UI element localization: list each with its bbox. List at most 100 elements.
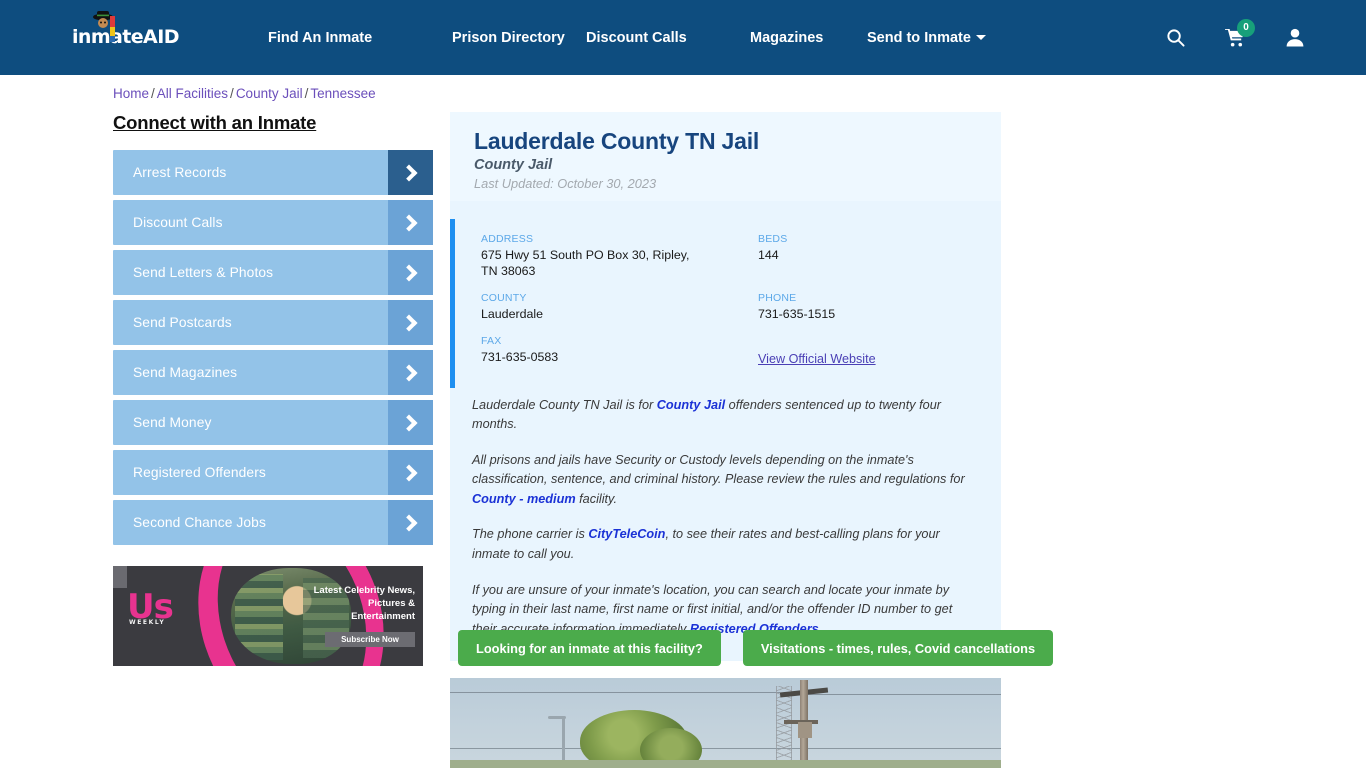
nav-item-find-an-inmate[interactable]: Find An Inmate xyxy=(268,30,372,46)
sidebar: Connect with an Inmate Arrest Records Di… xyxy=(113,112,433,550)
last-updated-text: Last Updated: October 30, 2023 xyxy=(474,176,1001,191)
breadcrumb-separator: / xyxy=(230,86,234,101)
nav-item-send-to-inmate[interactable]: Send to Inmate xyxy=(867,30,986,46)
detail-value: 731-635-1515 xyxy=(758,307,973,323)
sidebar-item-registered-offenders[interactable]: Registered Offenders xyxy=(113,450,433,495)
detail-beds: BEDS 144 xyxy=(758,233,977,280)
facility-details-grid: ADDRESS 675 Hwy 51 South PO Box 30, Ripl… xyxy=(481,233,977,368)
description-paragraph-1: Lauderdale County TN Jail is for County … xyxy=(472,396,973,435)
detail-official-website: View Official Website xyxy=(758,335,977,368)
sidebar-item-second-chance-jobs[interactable]: Second Chance Jobs xyxy=(113,500,433,545)
view-official-website-link[interactable]: View Official Website xyxy=(758,352,876,366)
chevron-right-icon xyxy=(388,450,433,495)
chevron-right-icon xyxy=(388,150,433,195)
advertisement-banner[interactable]: UsWEEKLY Latest Celebrity News, Pictures… xyxy=(113,566,423,666)
description-paragraph-2: All prisons and jails have Security or C… xyxy=(472,451,973,510)
chevron-right-icon xyxy=(388,400,433,445)
cart-count-badge: 0 xyxy=(1237,19,1255,37)
breadcrumb-item-home[interactable]: Home xyxy=(113,86,149,101)
main-navigation: Find An Inmate Prison Directory Discount… xyxy=(268,0,967,75)
facility-description: Lauderdale County TN Jail is for County … xyxy=(450,388,1001,662)
street-lamp-arm xyxy=(548,716,566,719)
detail-label: ADDRESS xyxy=(481,233,758,245)
p2-text-b: facility. xyxy=(576,492,617,506)
link-county-medium[interactable]: County - medium xyxy=(472,492,576,506)
detail-label: FAX xyxy=(481,335,758,347)
chevron-right-icon xyxy=(388,300,433,345)
chevron-right-icon xyxy=(388,250,433,295)
search-icon[interactable] xyxy=(1166,28,1185,47)
sidebar-item-send-postcards[interactable]: Send Postcards xyxy=(113,300,433,345)
sidebar-item-label: Arrest Records xyxy=(113,165,226,180)
facility-card-header: Lauderdale County TN Jail County Jail La… xyxy=(450,112,1001,201)
page-title: Lauderdale County TN Jail xyxy=(474,128,1001,155)
user-account-icon[interactable] xyxy=(1286,28,1304,47)
detail-address: ADDRESS 675 Hwy 51 South PO Box 30, Ripl… xyxy=(481,233,758,280)
ad-copy-text: Latest Celebrity News, Pictures & Entert… xyxy=(311,584,415,623)
looking-for-inmate-button[interactable]: Looking for an inmate at this facility? xyxy=(458,630,721,666)
power-line xyxy=(450,748,1001,749)
facility-type: County Jail xyxy=(474,157,1001,173)
p3-text-a: The phone carrier is xyxy=(472,527,588,541)
shopping-cart-icon[interactable]: 0 xyxy=(1225,28,1246,47)
ground-strip xyxy=(450,760,1001,768)
chevron-right-icon xyxy=(388,200,433,245)
sidebar-item-send-letters-photos[interactable]: Send Letters & Photos xyxy=(113,250,433,295)
sidebar-item-label: Send Magazines xyxy=(113,365,237,380)
facility-street-view-photo xyxy=(450,678,1001,768)
ad-corner-decoration xyxy=(113,566,127,588)
header-icon-group: 0 xyxy=(1166,0,1304,75)
site-header: inmateAID Find An Inmate Prison Director… xyxy=(0,0,1366,75)
sidebar-title: Connect with an Inmate xyxy=(113,112,433,134)
detail-county: COUNTY Lauderdale xyxy=(481,292,758,323)
ad-brand-logo: UsWEEKLY xyxy=(127,590,173,626)
sidebar-item-discount-calls[interactable]: Discount Calls xyxy=(113,200,433,245)
detail-value: Lauderdale xyxy=(481,307,696,323)
breadcrumb-separator: / xyxy=(305,86,309,101)
detail-label: COUNTY xyxy=(481,292,758,304)
nav-item-discount-calls[interactable]: Discount Calls xyxy=(586,30,687,46)
detail-value: 144 xyxy=(758,248,973,264)
transformer-box xyxy=(798,722,812,738)
sidebar-item-label: Send Postcards xyxy=(113,315,232,330)
description-paragraph-3: The phone carrier is CityTeleCoin, to se… xyxy=(472,525,973,564)
link-county-jail[interactable]: County Jail xyxy=(657,398,725,412)
breadcrumb-item-tennessee[interactable]: Tennessee xyxy=(310,86,375,101)
power-line xyxy=(450,692,780,693)
detail-value: 731-635-0583 xyxy=(481,350,696,366)
radio-tower xyxy=(776,686,792,768)
ad-subscribe-button[interactable]: Subscribe Now xyxy=(325,632,415,647)
link-cityteecoin[interactable]: CityTeleCoin xyxy=(588,527,665,541)
nav-item-magazines[interactable]: Magazines xyxy=(750,30,823,46)
chevron-right-icon xyxy=(388,350,433,395)
sidebar-item-label: Send Letters & Photos xyxy=(113,265,273,280)
nav-item-prison-directory[interactable]: Prison Directory xyxy=(452,30,565,46)
breadcrumb: Home/All Facilities/County Jail/Tennesse… xyxy=(113,86,376,101)
inmateaid-mascot-icon xyxy=(86,10,124,44)
chevron-right-icon xyxy=(388,500,433,545)
sidebar-item-label: Send Money xyxy=(113,415,211,430)
facility-details-block: ADDRESS 675 Hwy 51 South PO Box 30, Ripl… xyxy=(450,219,1001,388)
p2-text-a: All prisons and jails have Security or C… xyxy=(472,453,965,487)
sidebar-item-send-magazines[interactable]: Send Magazines xyxy=(113,350,433,395)
sidebar-item-label: Discount Calls xyxy=(113,215,223,230)
detail-label: BEDS xyxy=(758,233,977,245)
detail-value: 675 Hwy 51 South PO Box 30, Ripley, TN 3… xyxy=(481,248,696,280)
facility-info-card: Lauderdale County TN Jail County Jail La… xyxy=(450,112,1001,661)
nav-item-send-to-inmate-label: Send to Inmate xyxy=(867,30,971,46)
breadcrumb-item-county-jail[interactable]: County Jail xyxy=(236,86,303,101)
sidebar-item-label: Registered Offenders xyxy=(113,465,266,480)
chevron-down-icon xyxy=(976,35,986,40)
sidebar-item-arrest-records[interactable]: Arrest Records xyxy=(113,150,433,195)
visitations-button[interactable]: Visitations - times, rules, Covid cancel… xyxy=(743,630,1053,666)
sidebar-item-send-money[interactable]: Send Money xyxy=(113,400,433,445)
detail-phone: PHONE 731-635-1515 xyxy=(758,292,977,323)
power-line xyxy=(808,694,1001,695)
sidebar-item-label: Second Chance Jobs xyxy=(113,515,266,530)
logo-aid-text: AID xyxy=(143,28,179,47)
breadcrumb-item-all-facilities[interactable]: All Facilities xyxy=(157,86,228,101)
p1-text-a: Lauderdale County TN Jail is for xyxy=(472,398,657,412)
detail-label: PHONE xyxy=(758,292,977,304)
cta-button-group: Looking for an inmate at this facility? … xyxy=(458,630,1053,666)
detail-fax: FAX 731-635-0583 xyxy=(481,335,758,368)
